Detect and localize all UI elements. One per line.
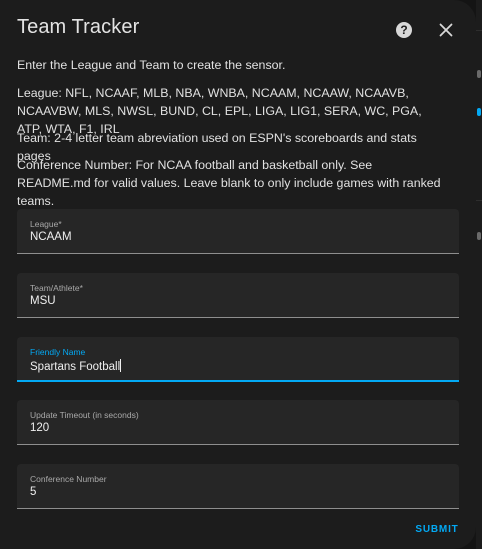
background-glyph <box>477 108 481 116</box>
background-divider <box>476 200 482 201</box>
update-timeout-field-value: 120 <box>30 422 50 434</box>
background-glyph <box>477 70 481 78</box>
conference-number-field[interactable]: Conference Number 5 <box>17 464 459 509</box>
league-field[interactable]: League* NCAAM <box>17 209 459 254</box>
friendly-name-field[interactable]: Friendly Name Spartans Football <box>17 337 459 382</box>
close-icon[interactable] <box>438 22 454 38</box>
update-timeout-field-label: Update Timeout (in seconds) <box>30 410 139 420</box>
team-field-value: MSU <box>30 295 56 307</box>
friendly-name-field-value-wrap: Spartans Football <box>30 359 122 373</box>
submit-button[interactable]: SUBMIT <box>412 521 462 539</box>
dialog-title: Team Tracker <box>17 16 140 38</box>
background-glyph <box>477 232 481 240</box>
team-field[interactable]: Team/Athlete* MSU <box>17 273 459 318</box>
team-field-label: Team/Athlete* <box>30 283 83 293</box>
help-icon[interactable]: ? <box>396 22 412 38</box>
intro-text: Enter the League and Team to create the … <box>17 58 286 72</box>
update-timeout-field[interactable]: Update Timeout (in seconds) 120 <box>17 400 459 445</box>
conference-number-field-label: Conference Number <box>30 474 107 484</box>
team-tracker-dialog: Team Tracker ? Enter the League and Team… <box>0 0 476 549</box>
friendly-name-field-label: Friendly Name <box>30 347 86 357</box>
background-page-edge <box>476 0 482 549</box>
conference-number-field-value: 5 <box>30 486 37 498</box>
text-cursor <box>120 359 122 372</box>
league-field-value: NCAAM <box>30 231 72 243</box>
conference-help-text: Conference Number: For NCAA football and… <box>17 158 441 208</box>
friendly-name-field-value: Spartans Football <box>30 361 121 373</box>
background-divider <box>476 30 482 31</box>
league-field-label: League* <box>30 219 62 229</box>
